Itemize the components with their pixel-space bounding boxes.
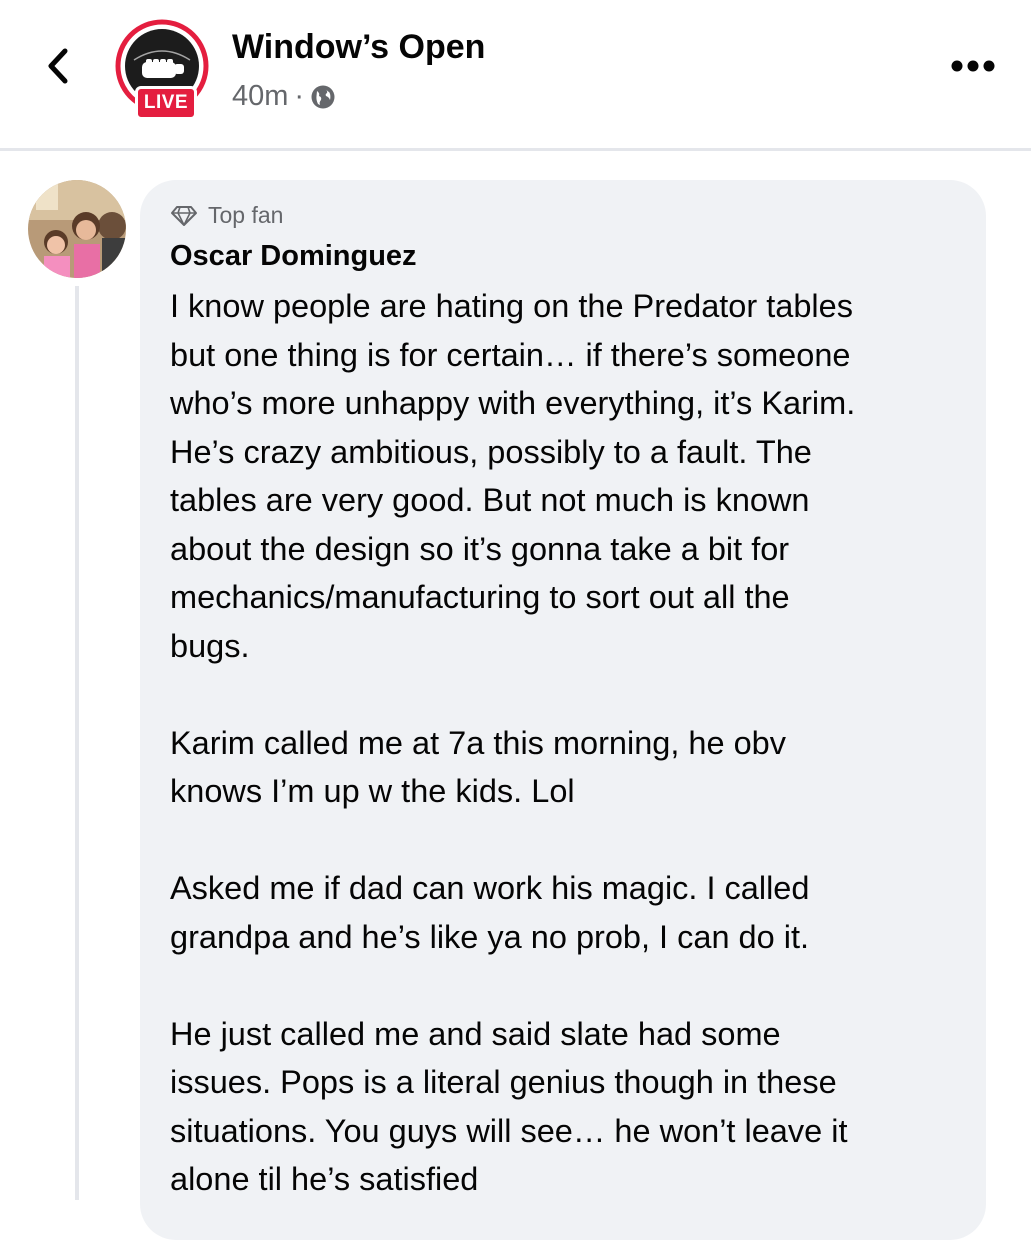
- reply-thread-line: [75, 286, 79, 1200]
- header-divider: [0, 148, 1031, 151]
- comment-author[interactable]: Oscar Dominguez: [170, 240, 417, 273]
- live-badge: LIVE: [135, 86, 197, 120]
- comment-bubble: Top fan Oscar Dominguez I know people ar…: [140, 180, 986, 1240]
- badge-label: Top fan: [208, 202, 284, 228]
- comment-paragraph: Karim called me at 7a this morning, he o…: [170, 724, 786, 810]
- globe-icon: [311, 85, 335, 108]
- comment-paragraph: He just called me and said slate had som…: [170, 1015, 848, 1198]
- diamond-icon: [171, 205, 197, 226]
- chevron-left-icon: [48, 48, 68, 84]
- commenter-avatar[interactable]: [28, 180, 126, 278]
- meta-separator: ·: [294, 80, 305, 112]
- post-meta: 40m ·: [232, 80, 336, 113]
- comment-paragraph: Asked me if dad can work his magic. I ca…: [170, 870, 810, 955]
- post-timestamp[interactable]: 40m: [232, 80, 288, 113]
- comment-paragraph: I know people are hating on the Predator…: [170, 288, 856, 664]
- post-header: LIVE Window’s Open 40m ·: [0, 0, 1031, 148]
- top-fan-badge[interactable]: Top fan: [170, 202, 283, 229]
- profile-photo: [28, 180, 126, 278]
- page-title[interactable]: Window’s Open: [232, 28, 485, 67]
- more-options-button[interactable]: [946, 46, 1000, 86]
- comment-body: I know people are hating on the Predator…: [170, 282, 970, 1252]
- more-horizontal-icon: [951, 60, 995, 72]
- back-button[interactable]: [28, 36, 88, 96]
